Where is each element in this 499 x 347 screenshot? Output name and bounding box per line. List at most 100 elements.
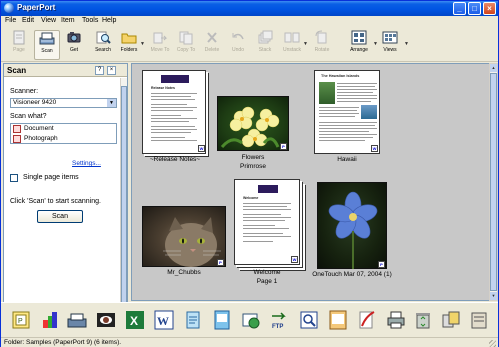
word-badge-icon: W bbox=[198, 145, 205, 152]
menu-item[interactable]: Item bbox=[61, 17, 75, 24]
svg-text:P: P bbox=[18, 318, 23, 325]
scanner-select[interactable]: Visioneer 9420 ▼ bbox=[10, 98, 117, 108]
page-button[interactable]: Page bbox=[6, 30, 32, 60]
arrange-icon bbox=[351, 30, 367, 45]
scan-what-document-label: Document bbox=[24, 125, 54, 132]
item-hawaii[interactable]: The Hawaiian Islands W Hawaii bbox=[312, 70, 382, 165]
document-icon bbox=[13, 125, 21, 133]
arrange-button[interactable]: Arrange bbox=[346, 30, 372, 60]
scan-what-document[interactable]: Document bbox=[13, 124, 54, 134]
move-to-button[interactable]: Move To bbox=[147, 30, 173, 60]
scan-pane-scrollbar[interactable] bbox=[120, 78, 127, 333]
item-mr-chubbs[interactable]: P Mr_Chubbs bbox=[142, 206, 226, 276]
scroll-down-icon[interactable]: ▼ bbox=[490, 292, 497, 300]
minimize-button[interactable]: _ bbox=[453, 2, 466, 15]
stack-icon bbox=[258, 30, 273, 44]
menu-view[interactable]: View bbox=[41, 17, 56, 24]
folders-dropdown-arrow[interactable]: ▼ bbox=[140, 41, 145, 47]
title-bar: PaperPort _ □ × bbox=[1, 1, 498, 16]
mr-chubbs-thumbnail: P bbox=[142, 206, 226, 267]
undo-button[interactable]: Undo bbox=[225, 30, 251, 60]
unstack-dropdown-arrow[interactable]: ▼ bbox=[303, 41, 308, 47]
scan-instruction: Click 'Scan' to start scanning. bbox=[10, 198, 101, 205]
excel-icon[interactable]: X bbox=[125, 310, 145, 330]
item-welcome[interactable]: Welcome W Welcome Page 1 bbox=[232, 179, 302, 289]
acrobat-pdf-icon[interactable] bbox=[328, 310, 348, 330]
toolbar: Page Scan Get Search Folders ▼ Move To C… bbox=[1, 28, 498, 62]
folders-button[interactable]: Folders bbox=[116, 30, 142, 60]
menu-edit[interactable]: Edit bbox=[22, 17, 34, 24]
photo-viewer-icon[interactable] bbox=[96, 310, 116, 330]
search-label: Search bbox=[95, 47, 111, 53]
item-release-notes[interactable]: Release Notes W ~Release Notes~ bbox=[140, 70, 210, 165]
settings-link[interactable]: Settings... bbox=[72, 160, 101, 167]
menu-tools[interactable]: Tools bbox=[82, 17, 98, 24]
copy-to-button[interactable]: Copy To bbox=[173, 30, 199, 60]
onetouch-thumbnail: P bbox=[317, 182, 387, 269]
stack-button[interactable]: Stack bbox=[252, 30, 278, 60]
item-onetouch[interactable]: P OneTouch Mar 07, 2004 (1) bbox=[307, 182, 397, 282]
chevron-down-icon[interactable]: ▼ bbox=[107, 99, 116, 107]
paint-icon[interactable] bbox=[40, 310, 60, 330]
copy-to-icon bbox=[179, 31, 193, 45]
document-area-scroll-thumb[interactable] bbox=[490, 73, 497, 291]
get-icon bbox=[67, 32, 81, 43]
views-dropdown-arrow[interactable]: ▼ bbox=[404, 41, 409, 47]
scanner-app-icon[interactable] bbox=[67, 310, 87, 330]
release-notes-doc-title: Release Notes bbox=[151, 86, 175, 90]
svg-text:W: W bbox=[157, 314, 169, 328]
scanner-label: Scanner: bbox=[10, 88, 39, 95]
scroll-up-icon[interactable]: ▲ bbox=[490, 64, 497, 72]
menu-help[interactable]: Help bbox=[102, 17, 116, 24]
scan-pane-body: Scanner: Visioneer 9420 ▼ Scan what? Doc… bbox=[4, 78, 119, 333]
scan-start-button[interactable]: Scan bbox=[37, 210, 83, 223]
item-label: OneTouch Mar 07, 2004 (1) bbox=[312, 271, 392, 278]
move-to-label: Move To bbox=[150, 47, 170, 53]
close-button[interactable]: × bbox=[483, 2, 496, 15]
item-label: ~Release Notes~ bbox=[149, 156, 201, 163]
scan-what-photograph-label: Photograph bbox=[24, 135, 58, 142]
search-icon bbox=[96, 31, 111, 44]
scan-pane-title: Scan bbox=[7, 66, 27, 75]
item-label: Mr_Chubbs bbox=[167, 269, 201, 276]
get-button[interactable]: Get bbox=[61, 30, 87, 60]
release-notes-banner bbox=[161, 75, 189, 83]
unstack-button[interactable]: Unstack bbox=[279, 30, 305, 60]
paperport-link-icon[interactable]: P bbox=[11, 310, 31, 330]
crop-icon[interactable] bbox=[357, 310, 377, 330]
image-editor-icon[interactable] bbox=[241, 310, 261, 330]
rotate-button[interactable]: Rotate bbox=[309, 30, 335, 60]
document-area-scrollbar[interactable]: ▲ ▼ bbox=[489, 63, 498, 301]
word-icon[interactable]: W bbox=[154, 310, 174, 330]
maximize-button[interactable]: □ bbox=[468, 2, 481, 15]
help-icon[interactable]: ? bbox=[95, 66, 104, 75]
scan-pane-scroll-thumb[interactable] bbox=[121, 86, 127, 326]
ocr-icon[interactable] bbox=[299, 310, 319, 330]
page-icon bbox=[13, 30, 25, 45]
single-page-checkbox[interactable] bbox=[10, 174, 18, 182]
document-area: Release Notes W ~Release Notes~ P Flower… bbox=[131, 63, 490, 301]
word-badge-icon: W bbox=[291, 256, 298, 263]
ftp-icon[interactable]: FTP bbox=[270, 310, 290, 330]
delete-icon bbox=[207, 32, 217, 43]
item-flowers[interactable]: P Flowers Primrose bbox=[217, 94, 289, 174]
recycle-icon[interactable] bbox=[413, 310, 433, 330]
scan-what-photograph[interactable]: Photograph bbox=[13, 134, 58, 144]
search-button[interactable]: Search bbox=[90, 30, 116, 60]
more-apps-icon[interactable] bbox=[441, 310, 461, 330]
menu-file[interactable]: File bbox=[5, 17, 16, 24]
move-to-icon bbox=[153, 32, 168, 44]
welcome-doc-title: Welcome bbox=[243, 196, 259, 200]
pane-close-icon[interactable]: × bbox=[107, 66, 116, 75]
printer-icon[interactable] bbox=[386, 310, 406, 330]
delete-button[interactable]: Delete bbox=[199, 30, 225, 60]
status-bar: Folder: Samples (PaperPort 9) (6 items). bbox=[1, 337, 498, 347]
notepad-icon[interactable] bbox=[183, 310, 203, 330]
resize-grip-icon[interactable] bbox=[489, 340, 496, 347]
photograph-icon bbox=[13, 135, 21, 143]
pdf-reader-icon[interactable] bbox=[212, 310, 232, 330]
unstack-icon bbox=[284, 32, 300, 43]
scan-button[interactable]: Scan bbox=[34, 30, 60, 60]
views-button[interactable]: Views bbox=[377, 30, 403, 60]
overflow-icon[interactable] bbox=[469, 310, 489, 330]
